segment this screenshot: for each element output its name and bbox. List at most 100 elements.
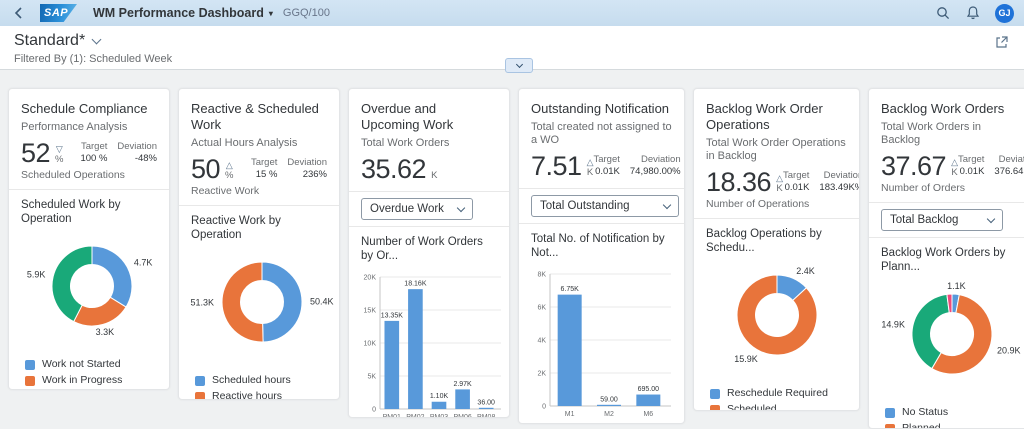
variant-selector[interactable]: Standard* — [14, 32, 100, 50]
card-title: Backlog Work Orders — [881, 101, 1021, 117]
svg-text:36.00: 36.00 — [477, 399, 495, 406]
chart-section-title: Number of Work Orders by Or... — [349, 227, 509, 263]
chevron-down-icon — [515, 61, 522, 68]
legend-swatch — [710, 405, 720, 412]
svg-text:8K: 8K — [537, 272, 546, 279]
trend-up-icon: △ — [776, 173, 783, 183]
card-header[interactable]: Outstanding Notification Total created n… — [519, 89, 684, 188]
notifications-bell-icon[interactable] — [965, 5, 981, 21]
svg-text:1.10K: 1.10K — [430, 393, 449, 400]
kpi-label: Scheduled Operations — [21, 169, 157, 181]
svg-text:PM03: PM03 — [430, 414, 448, 418]
kpi-label: Reactive Work — [191, 185, 327, 197]
chart-section-title: Backlog Work Orders by Plann... — [869, 238, 1024, 274]
chart-section-title: Total No. of Notification by Not... — [519, 224, 684, 260]
legend-swatch — [25, 376, 35, 386]
card-header[interactable]: Backlog Work Orders Total Work Orders in… — [869, 89, 1024, 202]
legend-label: Scheduled hours — [212, 374, 291, 387]
svg-text:15.9K: 15.9K — [734, 354, 758, 364]
legend-swatch — [195, 392, 205, 401]
chart-section-title: Backlog Operations by Schedu... — [694, 219, 859, 255]
donut-chart: 50.4K51.3K — [179, 242, 339, 369]
svg-text:PM02: PM02 — [406, 414, 424, 418]
user-avatar[interactable]: GJ — [995, 4, 1014, 23]
expand-header-button[interactable] — [505, 58, 533, 73]
kpi-unit: K — [951, 167, 957, 178]
card-outstanding-notification: Outstanding Notification Total created n… — [518, 88, 685, 424]
legend-item: Scheduled — [710, 403, 859, 411]
card-subtitle: Total created not assigned to a WO — [531, 121, 672, 147]
svg-text:M6: M6 — [643, 411, 653, 418]
legend-item: No Status — [885, 406, 1024, 419]
svg-text:2.97K: 2.97K — [453, 381, 472, 388]
deviation-label: Deviation — [994, 154, 1024, 165]
svg-text:5.9K: 5.9K — [27, 270, 46, 280]
deviation-value: 236% — [287, 169, 327, 180]
legend-label: Work not Started — [42, 358, 121, 371]
card-title: Overdue and Upcoming Work — [361, 101, 497, 133]
legend-label: Reactive hours — [212, 390, 282, 400]
kpi-value: 7.51 — [531, 152, 582, 180]
svg-text:PM01: PM01 — [383, 414, 401, 418]
svg-text:10K: 10K — [364, 341, 377, 348]
deviation-value: -48% — [117, 153, 157, 164]
deviation-label: Deviation — [287, 157, 327, 168]
kpi-label: Number of Orders — [881, 182, 1021, 194]
search-icon[interactable] — [935, 5, 951, 21]
donut-chart: 1.1K20.9K14.9K — [869, 274, 1024, 401]
legend-item: Scheduled hours — [195, 374, 339, 387]
svg-text:6K: 6K — [537, 305, 546, 312]
dropdown-value: Total Backlog — [890, 214, 958, 226]
card-header[interactable]: Schedule Compliance Performance Analysis… — [9, 89, 169, 189]
svg-text:2.4K: 2.4K — [796, 266, 815, 276]
deviation-label: Deviation — [819, 170, 860, 181]
kpi-unit: K — [431, 170, 437, 181]
svg-text:15K: 15K — [364, 308, 377, 315]
target-value: 100 % — [80, 153, 107, 164]
chart-section-title: Scheduled Work by Operation — [9, 190, 169, 226]
deviation-label: Deviation — [117, 141, 157, 152]
svg-text:18.16K: 18.16K — [404, 281, 427, 288]
svg-text:5K: 5K — [367, 374, 376, 381]
card-header[interactable]: Overdue and Upcoming Work Total Work Ord… — [349, 89, 509, 191]
kpi-label: Number of Operations — [706, 198, 847, 210]
donut-chart: 2.4K 15.9K — [694, 255, 859, 382]
card-backlog-work-orders: Backlog Work Orders Total Work Orders in… — [868, 88, 1024, 429]
card-title: Backlog Work Order Operations — [706, 101, 847, 133]
svg-text:3.3K: 3.3K — [96, 327, 115, 337]
kpi-value: 52 — [21, 139, 50, 167]
chevron-down-icon: ▾ — [269, 9, 273, 18]
legend-swatch — [710, 389, 720, 399]
card-title: Schedule Compliance — [21, 101, 157, 117]
svg-text:M2: M2 — [604, 411, 614, 418]
chart-section-title: Reactive Work by Operation — [179, 206, 339, 242]
kpi-value: 18.36 — [706, 168, 771, 196]
app-title-menu[interactable]: WM Performance Dashboard ▾ — [93, 6, 273, 20]
back-button[interactable] — [10, 4, 28, 22]
legend-label: Scheduled — [727, 403, 777, 411]
share-icon[interactable] — [994, 34, 1010, 50]
work-type-dropdown[interactable]: Overdue Work — [361, 198, 473, 220]
svg-text:M1: M1 — [565, 411, 575, 418]
legend-swatch — [885, 408, 895, 418]
backlog-filter-dropdown[interactable]: Total Backlog — [881, 209, 1003, 231]
card-overdue-upcoming-work: Overdue and Upcoming Work Total Work Ord… — [348, 88, 510, 418]
notification-filter-dropdown[interactable]: Total Outstanding — [531, 195, 679, 217]
card-header[interactable]: Backlog Work Order Operations Total Work… — [694, 89, 859, 218]
svg-text:13.35K: 13.35K — [381, 312, 404, 319]
dropdown-value: Total Outstanding — [540, 200, 630, 212]
target-label: Target — [251, 157, 277, 168]
kpi-unit: K — [776, 183, 782, 194]
chart-legend: Scheduled hours Reactive hours — [179, 369, 339, 400]
legend-item: Work not Started — [25, 358, 169, 371]
legend-swatch — [885, 424, 895, 429]
deviation-value: 376.64K% — [994, 166, 1024, 177]
kpi-value: 50 — [191, 155, 220, 183]
chart-legend: Work not StartedWork in ProgressWork Com… — [9, 353, 169, 390]
card-subtitle: Performance Analysis — [21, 121, 157, 134]
trend-up-icon: △ — [951, 157, 958, 167]
legend-label: Work in Progress — [42, 374, 122, 387]
card-header[interactable]: Reactive & Scheduled Work Actual Hours A… — [179, 89, 339, 205]
target-value: 0.01K — [783, 182, 809, 193]
card-schedule-compliance: Schedule Compliance Performance Analysis… — [8, 88, 170, 390]
